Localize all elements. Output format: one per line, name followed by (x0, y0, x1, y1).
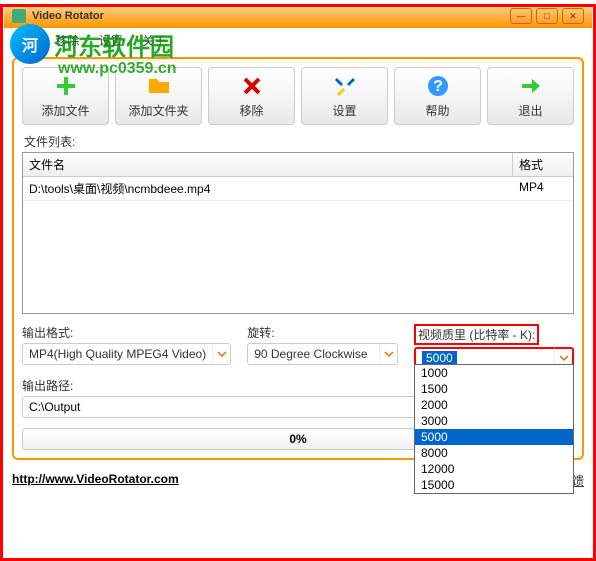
arrow-right-icon (519, 74, 543, 98)
bitrate-option-selected[interactable]: 5000 (415, 429, 573, 445)
toolbar: 添加文件 添加文件夹 移除 设置 ? 帮助 退出 (22, 67, 574, 125)
main-panel: 添加文件 添加文件夹 移除 设置 ? 帮助 退出 文件列表: 文件名 格式 D (12, 57, 584, 460)
menu-remove[interactable]: 移除 (55, 32, 79, 49)
table-header: 文件名 格式 (23, 153, 573, 177)
rotate-value: 90 Degree Clockwise (248, 347, 379, 361)
title-bar: Video Rotator — □ ✕ (4, 4, 592, 28)
menu-bar: 文件 移除 设置 关于 (4, 28, 592, 53)
tools-icon (333, 74, 357, 98)
add-file-label: 添加文件 (41, 102, 89, 119)
settings-button[interactable]: 设置 (301, 67, 388, 125)
output-format-value: MP4(High Quality MPEG4 Video) (23, 347, 212, 361)
bitrate-value: 5000 (416, 351, 554, 365)
folder-icon (147, 74, 171, 98)
bitrate-option[interactable]: 1000 (415, 365, 573, 381)
help-button[interactable]: ? 帮助 (394, 67, 481, 125)
menu-settings[interactable]: 设置 (99, 32, 123, 49)
svg-text:?: ? (433, 78, 443, 95)
exit-button[interactable]: 退出 (487, 67, 574, 125)
window-controls: — □ ✕ (510, 8, 584, 24)
remove-button[interactable]: 移除 (208, 67, 295, 125)
output-format-label: 输出格式: (22, 324, 231, 341)
maximize-button[interactable]: □ (536, 8, 558, 24)
bitrate-option[interactable]: 2000 (415, 397, 573, 413)
add-folder-label: 添加文件夹 (128, 102, 188, 119)
bitrate-option[interactable]: 1500 (415, 381, 573, 397)
table-row[interactable]: D:\tools\桌面\视频\ncmbdeee.mp4 MP4 (23, 177, 573, 201)
bitrate-option[interactable]: 12000 (415, 461, 573, 477)
bitrate-group: 视频质里 (比特率 - K): 5000 1000 1500 2000 3000… (414, 324, 574, 369)
minimize-button[interactable]: — (510, 8, 532, 24)
x-icon (240, 74, 264, 98)
bitrate-option[interactable]: 3000 (415, 413, 573, 429)
output-format-group: 输出格式: MP4(High Quality MPEG4 Video) (22, 324, 231, 369)
output-format-combo[interactable]: MP4(High Quality MPEG4 Video) (22, 343, 231, 365)
app-icon (12, 9, 26, 23)
settings-label: 设置 (332, 102, 356, 119)
cell-format: MP4 (513, 177, 573, 200)
exit-label: 退出 (518, 102, 542, 119)
header-filename[interactable]: 文件名 (23, 153, 513, 176)
chevron-down-icon[interactable] (379, 344, 397, 364)
chevron-down-icon[interactable] (212, 344, 230, 364)
bitrate-option[interactable]: 8000 (415, 445, 573, 461)
progress-text: 0% (289, 432, 306, 446)
remove-label: 移除 (239, 102, 263, 119)
file-list-label: 文件列表: (22, 133, 574, 150)
header-format[interactable]: 格式 (513, 153, 573, 176)
add-file-button[interactable]: 添加文件 (22, 67, 109, 125)
help-icon: ? (426, 74, 450, 98)
bitrate-label: 视频质里 (比特率 - K): (414, 324, 539, 345)
window-title: Video Rotator (32, 10, 510, 22)
options-row: 输出格式: MP4(High Quality MPEG4 Video) 旋转: … (22, 324, 574, 369)
add-folder-button[interactable]: 添加文件夹 (115, 67, 202, 125)
bitrate-option[interactable]: 15000 (415, 477, 573, 493)
plus-icon (54, 74, 78, 98)
website-link[interactable]: http://www.VideoRotator.com (12, 472, 179, 489)
cell-filename: D:\tools\桌面\视频\ncmbdeee.mp4 (23, 177, 513, 200)
bitrate-dropdown: 1000 1500 2000 3000 5000 8000 12000 1500… (414, 364, 574, 494)
file-table: 文件名 格式 D:\tools\桌面\视频\ncmbdeee.mp4 MP4 (22, 152, 574, 314)
rotate-combo[interactable]: 90 Degree Clockwise (247, 343, 398, 365)
close-button[interactable]: ✕ (562, 8, 584, 24)
menu-about[interactable]: 关于 (142, 32, 166, 49)
menu-file[interactable]: 文件 (12, 32, 36, 49)
rotate-label: 旋转: (247, 324, 398, 341)
help-label: 帮助 (425, 102, 449, 119)
rotate-group: 旋转: 90 Degree Clockwise (247, 324, 398, 369)
